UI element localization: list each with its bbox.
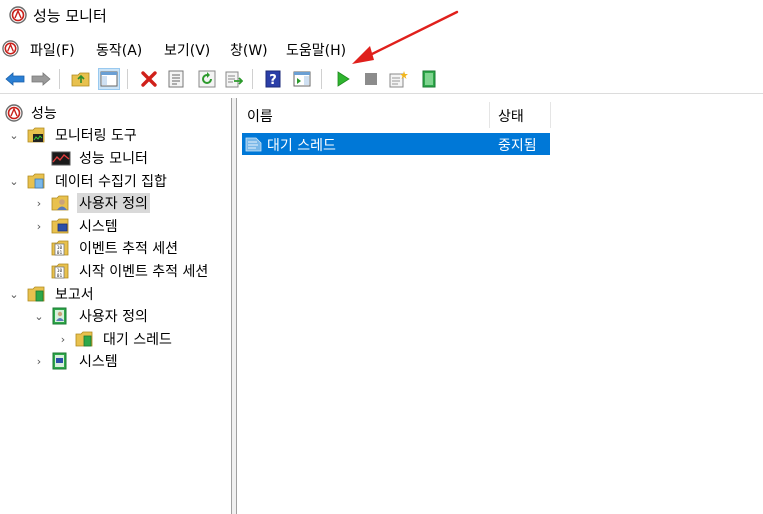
performance-monitor-app-icon	[5, 104, 23, 122]
trace-file-icon: 10 01	[51, 240, 69, 256]
tree-item-user-defined[interactable]: › 사용자 정의	[0, 192, 231, 214]
console-tree: 성능 ⌄ 모니터링 도구 성능 모니터 ⌄ 데이터 수집기 집합 › 사용자 정…	[0, 98, 232, 514]
toolbar-separator	[127, 69, 128, 89]
delete-icon[interactable]	[138, 68, 160, 90]
toolbar: ?	[0, 64, 763, 94]
list-item-name: 대기 스레드	[267, 138, 336, 154]
help-icon[interactable]: ?	[262, 68, 284, 90]
show-hide-console-tree-icon[interactable]	[98, 68, 120, 90]
system-folder-icon	[51, 218, 69, 234]
tree-label: 시스템	[79, 219, 118, 235]
tree-item-startup-event-trace-sessions[interactable]: 10 01 시작 이벤트 추적 세션	[0, 260, 231, 282]
tree-label: 이벤트 추적 세션	[79, 241, 179, 257]
tree-item-reports[interactable]: ⌄ 보고서	[0, 283, 231, 305]
export-list-icon[interactable]	[223, 68, 245, 90]
menu-help[interactable]: 도움말(H)	[286, 40, 346, 60]
toolbar-separator	[252, 69, 253, 89]
up-folder-icon[interactable]	[70, 68, 92, 90]
system-menu-icon[interactable]	[2, 40, 19, 57]
chevron-right-icon[interactable]: ›	[57, 333, 69, 346]
svg-text:?: ?	[269, 73, 277, 88]
chevron-down-icon[interactable]: ⌄	[8, 175, 20, 188]
tree-label: 사용자 정의	[77, 193, 150, 213]
menu-view[interactable]: 보기(V)	[164, 40, 210, 60]
tree-item-reports-user-defined[interactable]: ⌄ 사용자 정의	[0, 305, 231, 327]
back-arrow-icon[interactable]	[4, 68, 26, 90]
performance-graph-icon	[51, 151, 71, 166]
tree-item-data-collector-sets[interactable]: ⌄ 데이터 수집기 집합	[0, 170, 231, 192]
chevron-down-icon[interactable]: ⌄	[33, 310, 45, 323]
start-icon[interactable]	[332, 68, 354, 90]
toolbar-separator	[59, 69, 60, 89]
tree-label: 데이터 수집기 집합	[55, 174, 167, 190]
column-header-name[interactable]: 이름	[247, 102, 273, 130]
tree-item-performance[interactable]: 성능	[0, 102, 231, 124]
chevron-right-icon[interactable]: ›	[33, 355, 45, 368]
trace-file-icon: 10 01	[51, 263, 69, 279]
report-system-icon	[52, 352, 67, 370]
window-title: 성능 모니터	[33, 7, 107, 25]
tree-item-system[interactable]: › 시스템	[0, 215, 231, 237]
column-header-status[interactable]: 상태	[498, 102, 524, 130]
chevron-down-icon[interactable]: ⌄	[8, 288, 20, 301]
monitoring-folder-icon	[27, 127, 45, 143]
tree-label: 모니터링 도구	[55, 128, 137, 144]
tree-item-reports-idle-thread[interactable]: › 대기 스레드	[0, 328, 231, 350]
tree-item-reports-system[interactable]: › 시스템	[0, 350, 231, 372]
new-icon[interactable]	[388, 68, 410, 90]
book-icon[interactable]	[418, 68, 440, 90]
refresh-icon[interactable]	[196, 68, 218, 90]
data-collector-set-icon	[245, 137, 262, 152]
menu-bar: 파일(F) 동작(A) 보기(V) 창(W) 도움말(H)	[0, 36, 763, 62]
details-pane: 이름 상태 대기 스레드 중지됨	[237, 98, 763, 514]
column-separator[interactable]	[550, 102, 551, 128]
forward-arrow-icon[interactable]	[30, 68, 52, 90]
user-folder-icon	[51, 195, 69, 211]
tree-label: 성능	[31, 106, 57, 122]
svg-text:01: 01	[57, 273, 63, 279]
svg-text:01: 01	[57, 250, 63, 256]
chevron-right-icon[interactable]: ›	[33, 197, 45, 210]
tree-label: 시스템	[79, 354, 118, 370]
stop-icon[interactable]	[360, 68, 382, 90]
menu-window[interactable]: 창(W)	[230, 40, 268, 60]
title-bar: 성능 모니터	[0, 0, 763, 32]
menu-file[interactable]: 파일(F)	[30, 40, 75, 60]
report-folder-icon	[75, 331, 93, 347]
tree-item-event-trace-sessions[interactable]: 10 01 이벤트 추적 세션	[0, 237, 231, 259]
reports-folder-icon	[27, 286, 45, 302]
chevron-down-icon[interactable]: ⌄	[8, 129, 20, 142]
tree-label: 사용자 정의	[79, 309, 148, 325]
chevron-right-icon[interactable]: ›	[33, 220, 45, 233]
tree-item-performance-monitor[interactable]: 성능 모니터	[0, 147, 231, 169]
toolbar-separator	[321, 69, 322, 89]
tree-label: 보고서	[55, 287, 94, 303]
column-separator[interactable]	[489, 102, 490, 128]
tree-item-monitoring-tools[interactable]: ⌄ 모니터링 도구	[0, 124, 231, 146]
properties-icon[interactable]	[165, 68, 187, 90]
menu-action[interactable]: 동작(A)	[96, 40, 142, 60]
report-user-icon	[52, 307, 67, 325]
show-hide-action-pane-icon[interactable]	[291, 68, 313, 90]
tree-label: 성능 모니터	[79, 151, 148, 167]
performance-monitor-app-icon	[9, 6, 27, 24]
tree-label: 대기 스레드	[103, 332, 172, 348]
list-item[interactable]: 대기 스레드 중지됨	[242, 133, 550, 155]
list-item-status: 중지됨	[498, 138, 537, 154]
tree-label: 시작 이벤트 추적 세션	[79, 264, 209, 280]
data-collector-folder-icon	[27, 173, 45, 189]
